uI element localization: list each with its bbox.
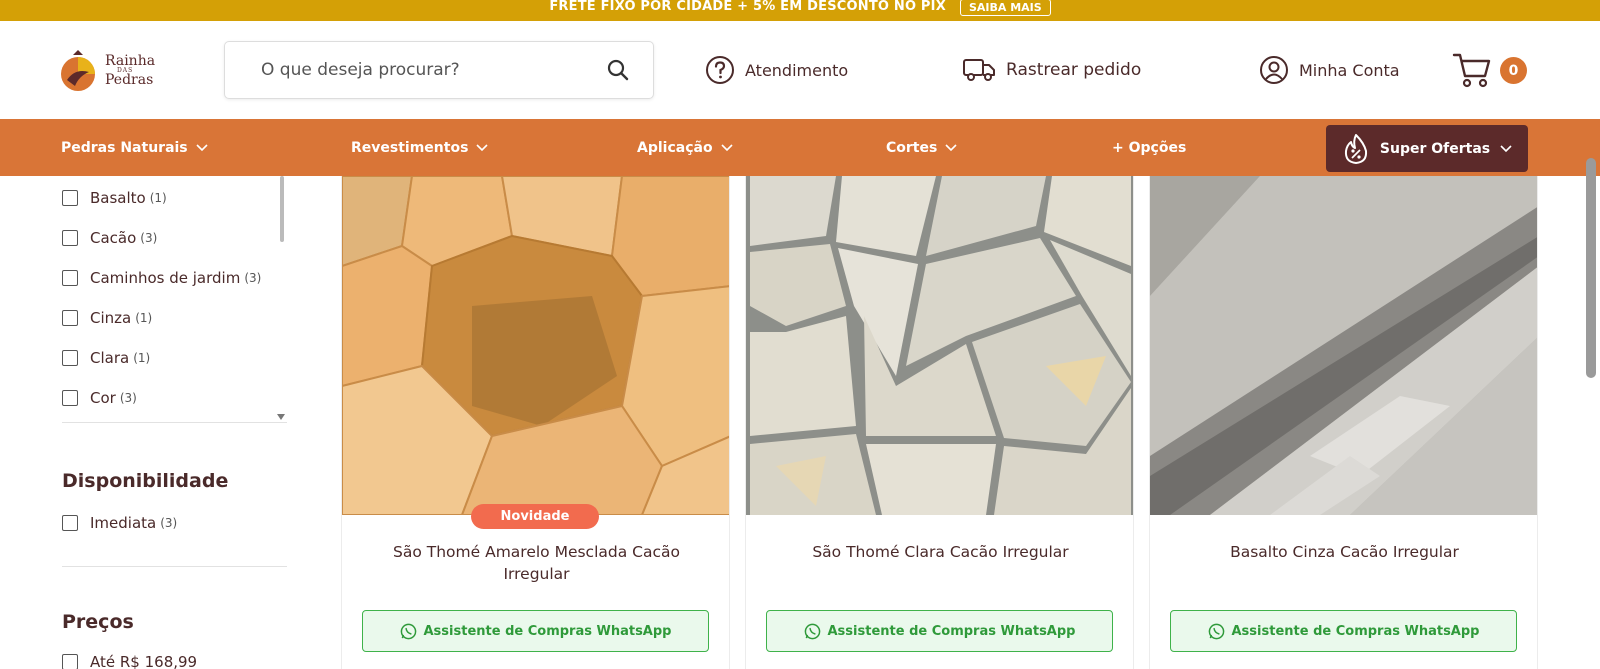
search-box [224, 41, 654, 99]
discount-flame-icon [1344, 133, 1367, 164]
chevron-down-icon [476, 143, 488, 151]
filter-option[interactable]: Basalto (1) [62, 178, 287, 218]
chevron-down-icon [721, 143, 733, 151]
filter-option[interactable]: Cor (3) [62, 378, 287, 418]
product-image[interactable] [342, 176, 729, 515]
chevron-down-icon [945, 143, 957, 151]
nav-label: + Opções [1112, 139, 1187, 156]
filter-list-tags: Basalto (1) Cacão (3) Caminhos de jardim… [62, 176, 287, 423]
page-scrollbar[interactable] [1586, 158, 1596, 378]
promo-text: FRETE FIXO POR CIDADE + 5% EM DESCONTO N… [549, 0, 946, 14]
whatsapp-assistant-button[interactable]: Assistente de Compras WhatsApp [1170, 610, 1517, 652]
checkbox[interactable] [62, 310, 78, 326]
checkbox[interactable] [62, 515, 78, 531]
product-card[interactable]: São Thomé Clara Cacão Irregular Assisten… [745, 176, 1134, 669]
help-icon [706, 56, 734, 84]
product-title[interactable]: São Thomé Clara Cacão Irregular [766, 541, 1115, 563]
whatsapp-button-label: Assistente de Compras WhatsApp [827, 623, 1076, 639]
chevron-down-icon [1500, 144, 1512, 152]
checkbox[interactable] [62, 230, 78, 246]
checkbox[interactable] [62, 654, 78, 669]
checkbox[interactable] [62, 190, 78, 206]
filter-label: Cor [90, 389, 116, 407]
cart-count-badge: 0 [1500, 57, 1527, 84]
track-order-label: Rastrear pedido [1006, 60, 1142, 80]
sidebar-divider [62, 566, 287, 567]
filter-count: (1) [135, 311, 153, 325]
product-title[interactable]: São Thomé Amarelo Mesclada Cacão Irregul… [362, 541, 711, 585]
filter-label: Caminhos de jardim [90, 269, 241, 287]
availability-title: Disponibilidade [62, 470, 229, 492]
whatsapp-icon [804, 623, 820, 639]
nav-cortes[interactable]: Cortes [886, 119, 957, 176]
filter-count: (3) [119, 391, 137, 405]
checkbox[interactable] [62, 350, 78, 366]
nav-label: Revestimentos [351, 139, 469, 156]
product-card[interactable]: Basalto Cinza Cacão Irregular Assistente… [1149, 176, 1538, 669]
new-badge: Novidade [471, 504, 599, 529]
filter-count: (3) [160, 516, 178, 530]
filter-label: Cinza [90, 309, 132, 327]
product-title[interactable]: Basalto Cinza Cacão Irregular [1170, 541, 1519, 563]
filter-label: Até R$ 168,99 [90, 653, 198, 669]
filter-count: (3) [244, 271, 262, 285]
nav-revestimentos[interactable]: Revestimentos [351, 119, 488, 176]
user-icon [1260, 56, 1288, 84]
whatsapp-button-label: Assistente de Compras WhatsApp [1231, 623, 1480, 639]
filter-count: (3) [140, 231, 158, 245]
track-order-link[interactable]: Rastrear pedido [962, 54, 1141, 86]
product-image[interactable] [1150, 176, 1537, 515]
logo[interactable]: Rainha DAS Pedras [57, 45, 167, 97]
account-link[interactable]: Minha Conta [1259, 54, 1400, 86]
filter-label: Clara [90, 349, 130, 367]
chevron-down-icon [196, 143, 208, 151]
super-offers-button[interactable]: Super Ofertas [1326, 125, 1528, 172]
checkbox[interactable] [62, 270, 78, 286]
support-link[interactable]: Atendimento [705, 54, 848, 86]
site-header: Rainha DAS Pedras Atendimento Rastrear p… [0, 21, 1600, 119]
filter-count: (1) [149, 191, 167, 205]
filter-label: Basalto [90, 189, 146, 207]
scroll-down-arrow-icon[interactable] [277, 414, 285, 420]
filter-option[interactable]: Cacão (3) [62, 218, 287, 258]
filter-label: Imediata [90, 514, 157, 532]
filter-option[interactable]: Caminhos de jardim (3) [62, 258, 287, 298]
filter-list-scrollbar[interactable] [280, 176, 284, 242]
truck-icon [963, 59, 995, 81]
filter-option[interactable]: Clara (1) [62, 338, 287, 378]
nav-label: Aplicação [637, 139, 713, 156]
filter-option[interactable]: Cinza (1) [62, 298, 287, 338]
whatsapp-button-label: Assistente de Compras WhatsApp [423, 623, 672, 639]
nav-label: Cortes [886, 139, 938, 156]
super-offers-label: Super Ofertas [1379, 140, 1491, 157]
search-input[interactable] [261, 60, 591, 80]
whatsapp-assistant-button[interactable]: Assistente de Compras WhatsApp [362, 610, 709, 652]
whatsapp-assistant-button[interactable]: Assistente de Compras WhatsApp [766, 610, 1113, 652]
product-card[interactable]: Novidade São Thomé Amarelo Mesclada Cacã… [341, 176, 730, 669]
search-icon[interactable] [607, 59, 629, 81]
logo-text: Rainha DAS Pedras [105, 52, 156, 88]
filter-option-availability[interactable]: Imediata (3) [62, 503, 287, 543]
product-image[interactable] [746, 176, 1133, 515]
nav-label: Pedras Naturais [61, 139, 188, 156]
checkbox[interactable] [62, 390, 78, 406]
support-label: Atendimento [745, 60, 849, 80]
filter-count: (1) [133, 351, 151, 365]
nav-pedras-naturais[interactable]: Pedras Naturais [61, 119, 208, 176]
nav-mais-opcoes[interactable]: + Opções [1112, 119, 1186, 176]
filter-option-price[interactable]: Até R$ 168,99 [62, 644, 287, 669]
account-label: Minha Conta [1299, 60, 1400, 80]
promo-bar: FRETE FIXO POR CIDADE + 5% EM DESCONTO N… [0, 0, 1600, 21]
filter-sidebar: Basalto (1) Cacão (3) Caminhos de jardim… [62, 176, 287, 423]
logo-mark-icon [61, 50, 95, 91]
main-nav: Pedras Naturais Revestimentos Aplicação … [0, 119, 1600, 176]
filter-label: Cacão [90, 229, 137, 247]
nav-aplicacao[interactable]: Aplicação [637, 119, 733, 176]
promo-more-button[interactable]: SAIBA MAIS [959, 0, 1051, 16]
cart-icon[interactable] [1452, 51, 1492, 89]
whatsapp-icon [1208, 623, 1224, 639]
prices-title: Preços [62, 611, 134, 633]
whatsapp-icon [400, 623, 416, 639]
